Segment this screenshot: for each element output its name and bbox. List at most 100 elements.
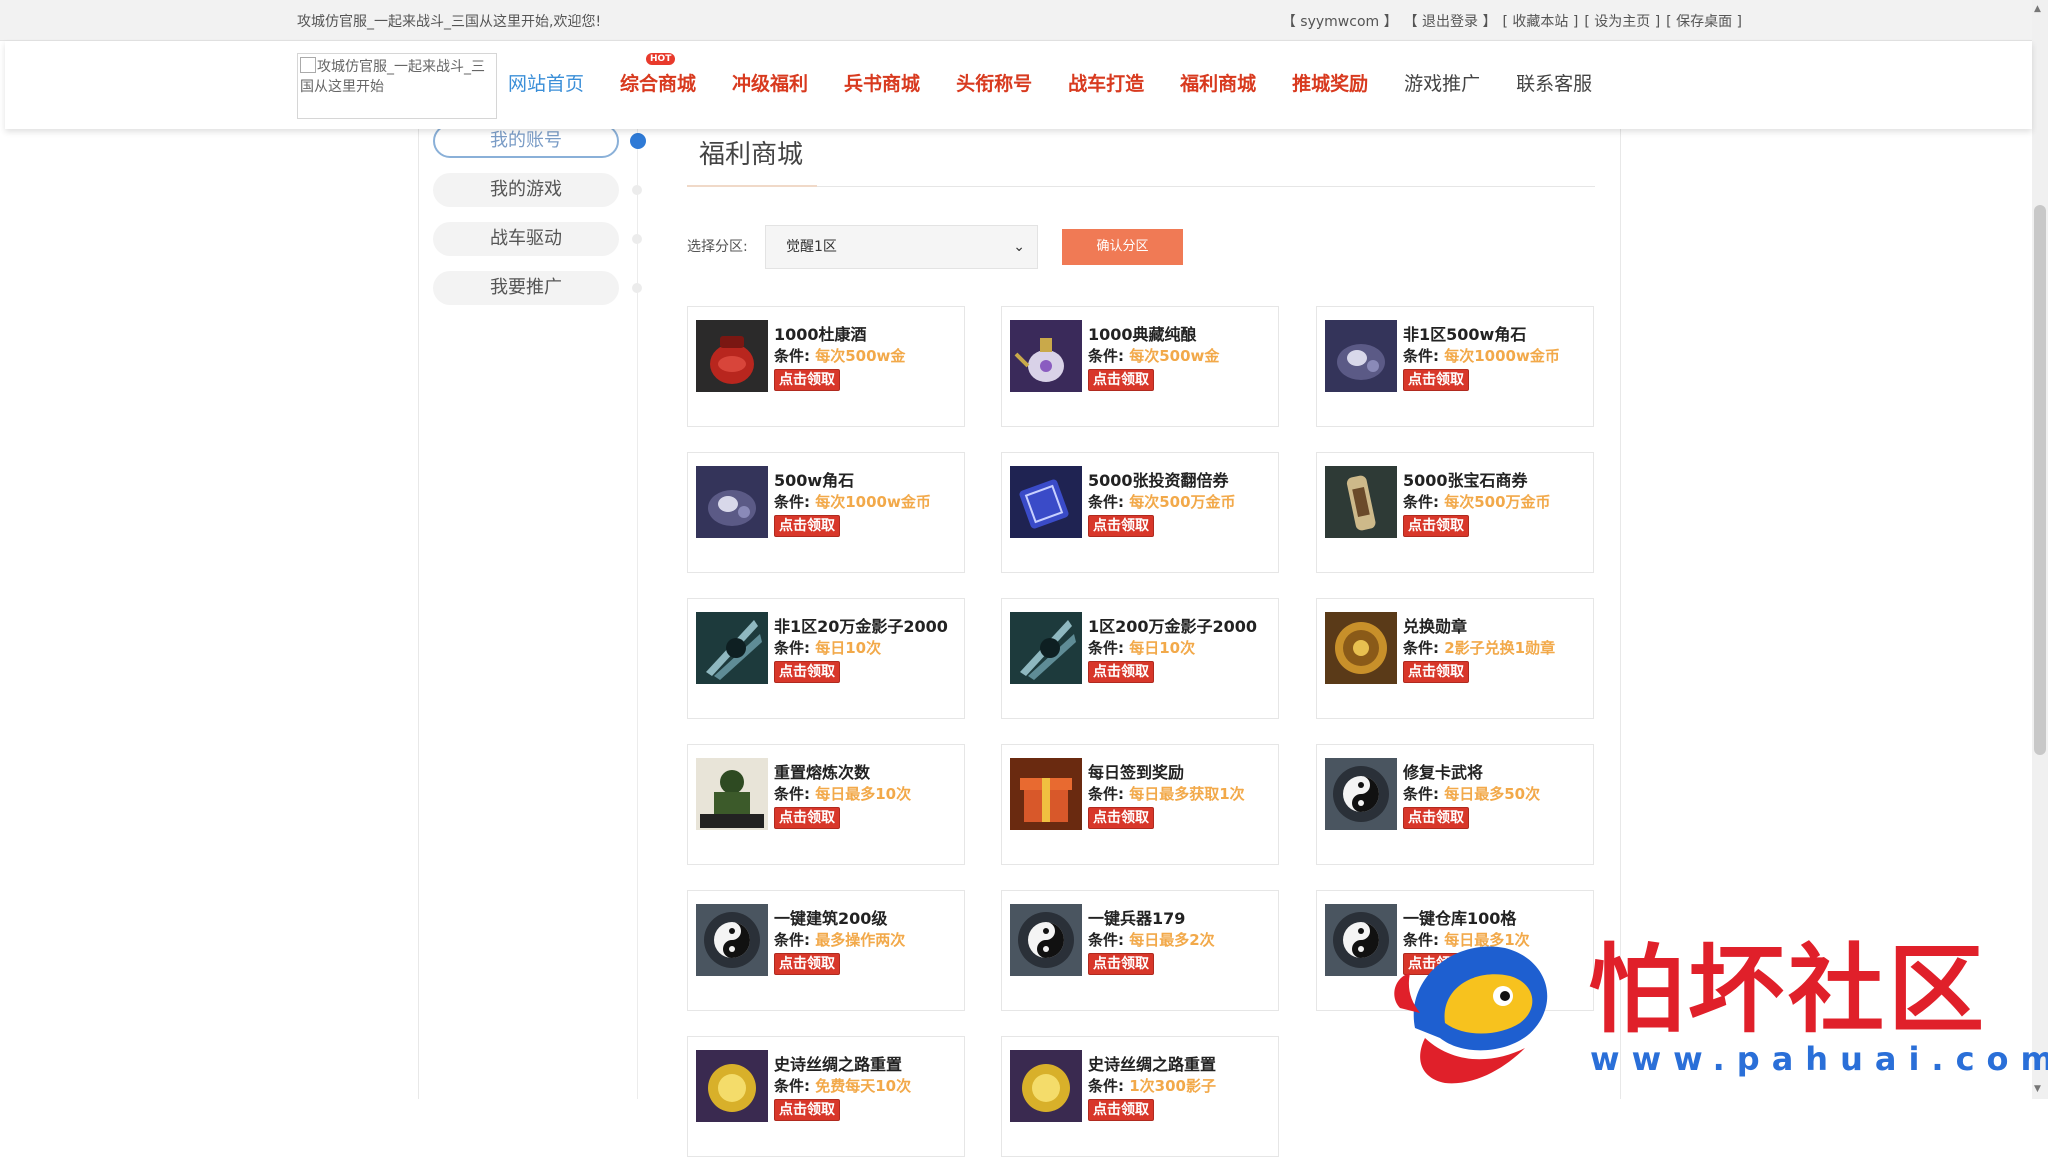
- nav-customer-service[interactable]: 联系客服: [1516, 69, 1592, 96]
- condition-value: 1次300影子: [1129, 1077, 1216, 1095]
- reward-condition: 条件: 每次1000w金币: [1403, 345, 1560, 366]
- logout-link[interactable]: 【 退出登录 】: [1404, 11, 1497, 31]
- reward-card: 每日签到奖励 条件: 每日最多获取1次 点击领取: [1001, 744, 1279, 865]
- condition-value: 每日10次: [1129, 639, 1196, 657]
- reward-card: 1区200万金影子2000 条件: 每日10次 点击领取: [1001, 598, 1279, 719]
- claim-button[interactable]: 点击领取: [1088, 807, 1154, 829]
- condition-prefix: 条件:: [774, 931, 810, 949]
- nav-general-shop[interactable]: HOT 综合商城: [620, 53, 697, 96]
- reward-condition: 条件: 每日最多50次: [1403, 783, 1540, 804]
- nav-level-rewards[interactable]: 冲级福利: [732, 69, 808, 96]
- reward-name: 重置熔炼次数: [774, 763, 871, 782]
- sidebar-item-chariot-drive[interactable]: 战车驱动: [433, 222, 619, 256]
- account-link[interactable]: 【 syymwcom 】: [1282, 11, 1398, 31]
- sidebar-dot: [632, 185, 642, 195]
- reward-name: 一键建筑200级: [774, 909, 888, 928]
- top-bar: 攻城仿官服_一起来战斗_三国从这里开始,欢迎您! 【 syymwcom 】 【 …: [0, 0, 2032, 41]
- sidebar-item-promote[interactable]: 我要推广: [433, 271, 619, 305]
- reward-condition: 条件: 每日最多10次: [774, 783, 911, 804]
- condition-value: 每日10次: [815, 639, 882, 657]
- page-title: 福利商城: [699, 140, 804, 170]
- reward-condition: 条件: 每次500万金币: [1403, 491, 1551, 512]
- claim-button[interactable]: 点击领取: [1403, 807, 1469, 829]
- wine-jar-icon: [696, 320, 768, 392]
- yin-yang-icon: [1325, 758, 1397, 830]
- sidebar-item-my-games[interactable]: 我的游戏: [433, 173, 619, 207]
- condition-value: 最多操作两次: [815, 931, 906, 949]
- scroll-down-arrow-icon[interactable]: ▼: [2034, 1084, 2041, 1094]
- investment-ticket-icon: [1010, 466, 1082, 538]
- reward-name: 1000典藏纯酿: [1088, 325, 1197, 344]
- scrollbar-thumb[interactable]: [2034, 205, 2046, 755]
- claim-button[interactable]: 点击领取: [1088, 515, 1154, 537]
- nav-game-promotion[interactable]: 游戏推广: [1404, 69, 1480, 96]
- set-homepage-link[interactable]: [ 设为主页 ]: [1584, 11, 1660, 31]
- medal-icon: [1325, 612, 1397, 684]
- nav-general-shop-label: 综合商城: [620, 73, 697, 95]
- content-left-border: [418, 129, 419, 1099]
- sidebar-dot: [632, 234, 642, 244]
- claim-button[interactable]: 点击领取: [1088, 953, 1154, 975]
- nav-siege-rewards[interactable]: 推城奖励: [1292, 69, 1368, 96]
- condition-prefix: 条件:: [774, 1077, 810, 1095]
- site-header: 攻城仿官服_一起来战斗_三国从这里开始 网站首页 HOT 综合商城 冲级福利 兵书…: [5, 41, 2032, 129]
- sidebar-item-my-account[interactable]: 我的账号: [433, 124, 619, 158]
- claim-button[interactable]: 点击领取: [774, 661, 840, 683]
- claim-button[interactable]: 点击领取: [774, 807, 840, 829]
- horn-stone-icon: [696, 466, 768, 538]
- claim-button[interactable]: 点击领取: [774, 369, 840, 391]
- confirm-zone-button[interactable]: 确认分区: [1062, 229, 1183, 265]
- nav-welfare-shop[interactable]: 福利商城: [1180, 69, 1256, 96]
- golden-orb-icon: [1010, 1050, 1082, 1122]
- claim-button[interactable]: 点击领取: [1403, 661, 1469, 683]
- nav-titles[interactable]: 头衔称号: [956, 69, 1032, 96]
- condition-value: 每日最多2次: [1129, 931, 1215, 949]
- watermark-title: 怕坏社区: [1588, 934, 1988, 1046]
- save-desktop-link[interactable]: [ 保存桌面 ]: [1666, 11, 1742, 31]
- hot-badge: HOT: [646, 53, 676, 65]
- yin-yang-icon: [696, 904, 768, 976]
- condition-prefix: 条件:: [1088, 493, 1124, 511]
- scroll-up-arrow-icon[interactable]: ▲: [2034, 4, 2041, 14]
- nav-home[interactable]: 网站首页: [508, 69, 584, 96]
- main-nav: 网站首页 HOT 综合商城 冲级福利 兵书商城 头衔称号 战车打造 福利商城 推城…: [508, 53, 1628, 96]
- watermark-url: www.pahuai.com: [1590, 1040, 2048, 1078]
- reward-name: 非1区20万金影子2000: [774, 617, 948, 636]
- site-logo[interactable]: 攻城仿官服_一起来战斗_三国从这里开始: [297, 53, 497, 119]
- reward-card: 非1区20万金影子2000 条件: 每日10次 点击领取: [687, 598, 965, 719]
- reward-name: 1区200万金影子2000: [1088, 617, 1258, 636]
- condition-prefix: 条件:: [774, 347, 810, 365]
- condition-value: 每次1000w金币: [1444, 347, 1560, 365]
- shadow-blades-icon: [1010, 612, 1082, 684]
- gift-box-icon: [1010, 758, 1082, 830]
- condition-prefix: 条件:: [774, 785, 810, 803]
- title-underline: [687, 185, 817, 187]
- reward-condition: 条件: 每次1000w金币: [774, 491, 931, 512]
- reward-condition: 条件: 每次500w金: [774, 345, 905, 366]
- reward-card: 一键建筑200级 条件: 最多操作两次点击领取: [687, 890, 965, 1011]
- sidebar-divider: [637, 129, 638, 1099]
- claim-button[interactable]: 点击领取: [1088, 369, 1154, 391]
- nav-military-books[interactable]: 兵书商城: [844, 69, 920, 96]
- reward-condition: 条件: 每日最多2次: [1088, 929, 1215, 950]
- logo-alt-text: 攻城仿官服_一起来战斗_三国从这里开始: [300, 59, 485, 95]
- condition-value: 每日最多获取1次: [1129, 785, 1245, 803]
- claim-button[interactable]: 点击领取: [1403, 369, 1469, 391]
- zone-select[interactable]: 觉醒1区 ⌄: [765, 225, 1038, 269]
- claim-button[interactable]: 点击领取: [1088, 661, 1154, 683]
- claim-button[interactable]: 点击领取: [774, 515, 840, 537]
- nav-chariot-forge[interactable]: 战车打造: [1068, 69, 1144, 96]
- claim-button[interactable]: 点击领取: [774, 953, 840, 975]
- ornate-teapot-icon: [1010, 320, 1082, 392]
- welcome-text: 攻城仿官服_一起来战斗_三国从这里开始,欢迎您!: [297, 14, 602, 30]
- reward-card: 5000张投资翻倍券 条件: 每次500万金币 点击领取: [1001, 452, 1279, 573]
- bookmark-link[interactable]: [ 收藏本站 ]: [1503, 11, 1579, 31]
- golden-orb-icon: [696, 1050, 768, 1122]
- claim-button[interactable]: 点击领取: [1088, 1099, 1154, 1121]
- zone-select-label: 选择分区:: [687, 239, 748, 255]
- title-divider: [687, 186, 1595, 187]
- claim-button[interactable]: 点击领取: [1403, 515, 1469, 537]
- claim-button[interactable]: 点击领取: [774, 1099, 840, 1121]
- gem-scroll-icon: [1325, 466, 1397, 538]
- reward-condition: 条件: 免费每天10次: [774, 1075, 911, 1096]
